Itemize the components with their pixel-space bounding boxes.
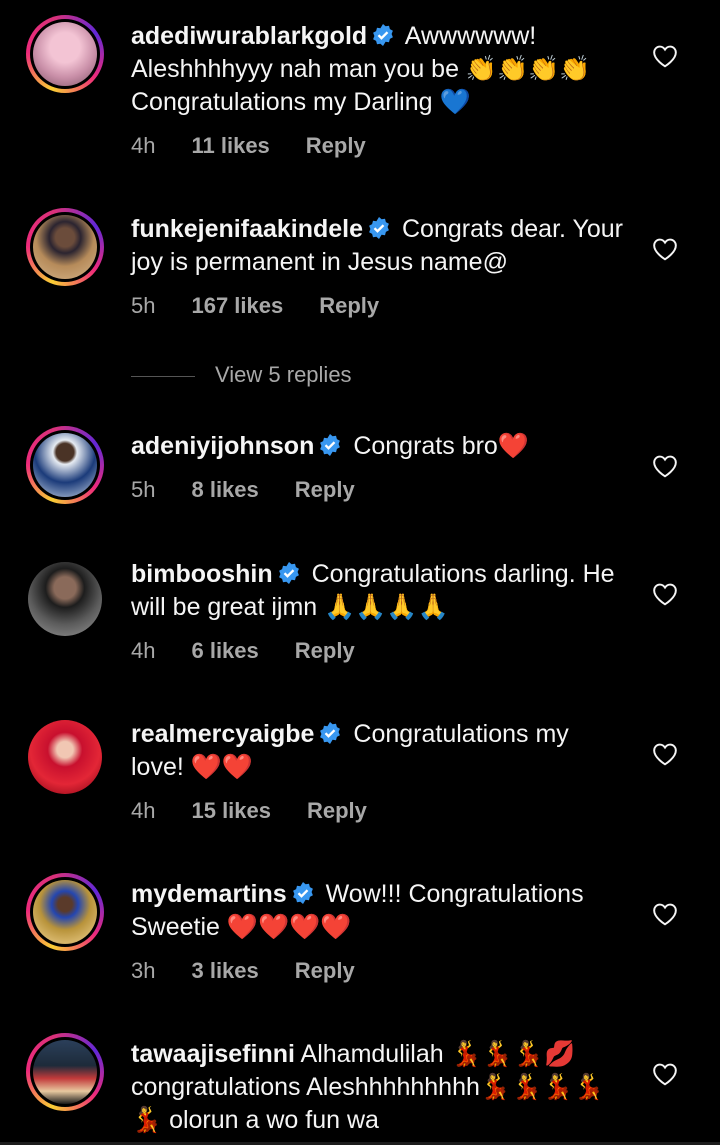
verified-badge-icon	[320, 434, 341, 456]
comment-text-block: bimbooshin Congratulations darling. He w…	[131, 558, 624, 624]
comment-meta: 4h 11 likes Reply	[131, 133, 366, 159]
avatar[interactable]	[26, 1033, 104, 1111]
heart-icon[interactable]	[652, 454, 678, 478]
comment-meta: 3h 3 likes Reply	[131, 958, 355, 984]
comment-username[interactable]: mydemartins	[131, 880, 287, 908]
comment-time: 3h	[131, 958, 156, 983]
avatar-image	[33, 1040, 97, 1104]
reply-button[interactable]: Reply	[295, 477, 355, 502]
avatar[interactable]	[26, 426, 104, 504]
heart-icon[interactable]	[652, 1062, 678, 1086]
reply-button[interactable]: Reply	[306, 133, 366, 158]
verified-badge-icon	[373, 24, 394, 46]
likes-count[interactable]: 15 likes	[191, 798, 271, 823]
comment-time: 4h	[131, 133, 156, 158]
comment-username[interactable]: bimbooshin	[131, 560, 273, 588]
comment-text-block: adeniyijohnson Congrats bro❤️	[131, 430, 624, 463]
comment-meta: 4h 15 likes Reply	[131, 798, 367, 824]
comment-text-block: adediwurablarkgold Awwwwww! Aleshhhhyyy …	[131, 20, 624, 119]
comment-meta: 5h 167 likes Reply	[131, 293, 379, 319]
heart-icon[interactable]	[652, 742, 678, 766]
heart-icon[interactable]	[652, 582, 678, 606]
avatar[interactable]	[26, 208, 104, 286]
avatar-image	[33, 880, 97, 944]
divider-line	[131, 375, 195, 377]
comment-time: 4h	[131, 638, 156, 663]
view-replies-label: View 5 replies	[215, 362, 352, 387]
likes-count[interactable]: 167 likes	[191, 293, 283, 318]
comment-meta: 4h 6 likes Reply	[131, 638, 355, 664]
comment-time: 4h	[131, 798, 156, 823]
likes-count[interactable]: 3 likes	[191, 958, 258, 983]
avatar-image	[33, 215, 97, 279]
likes-count[interactable]: 11 likes	[191, 133, 269, 158]
comment-username[interactable]: funkejenifaakindele	[131, 215, 363, 243]
verified-badge-icon	[369, 217, 389, 239]
comment-text-block: mydemartins Wow!!! Congratulations Sweet…	[131, 878, 624, 944]
reply-button[interactable]: Reply	[295, 958, 355, 983]
heart-icon[interactable]	[652, 44, 678, 68]
avatar-image	[33, 22, 97, 86]
avatar-image	[33, 433, 97, 497]
comment-username[interactable]: adeniyijohnson	[131, 432, 314, 460]
view-replies-link[interactable]: View 5 replies	[131, 362, 352, 388]
comment-username[interactable]: realmercyaigbe	[131, 720, 314, 748]
heart-icon[interactable]	[652, 237, 678, 261]
reply-button[interactable]: Reply	[319, 293, 379, 318]
comment-time: 5h	[131, 477, 156, 502]
avatar[interactable]	[26, 15, 104, 93]
comment-text-block: funkejenifaakindele Congrats dear. Your …	[131, 213, 624, 279]
verified-badge-icon	[320, 722, 341, 744]
avatar-image	[28, 720, 102, 794]
avatar-image	[28, 562, 102, 636]
comment-time: 5h	[131, 293, 156, 318]
likes-count[interactable]: 6 likes	[191, 638, 258, 663]
comment-username[interactable]: adediwurablarkgold	[131, 22, 367, 50]
comment-text-block: tawaajisefinni Alhamdulilah 💃💃💃💋 congrat…	[131, 1038, 624, 1137]
comment-meta: 5h 8 likes Reply	[131, 477, 355, 503]
heart-icon[interactable]	[652, 902, 678, 926]
reply-button[interactable]: Reply	[295, 638, 355, 663]
comment-text: Congrats bro❤️	[353, 432, 529, 460]
avatar[interactable]	[26, 873, 104, 951]
avatar[interactable]	[28, 720, 102, 794]
verified-badge-icon	[278, 562, 299, 584]
reply-button[interactable]: Reply	[307, 798, 367, 823]
comment-text-block: realmercyaigbe Congratulations my love! …	[131, 718, 624, 784]
likes-count[interactable]: 8 likes	[191, 477, 258, 502]
avatar[interactable]	[28, 562, 102, 636]
comment-username[interactable]: tawaajisefinni	[131, 1040, 295, 1068]
verified-badge-icon	[292, 882, 313, 904]
